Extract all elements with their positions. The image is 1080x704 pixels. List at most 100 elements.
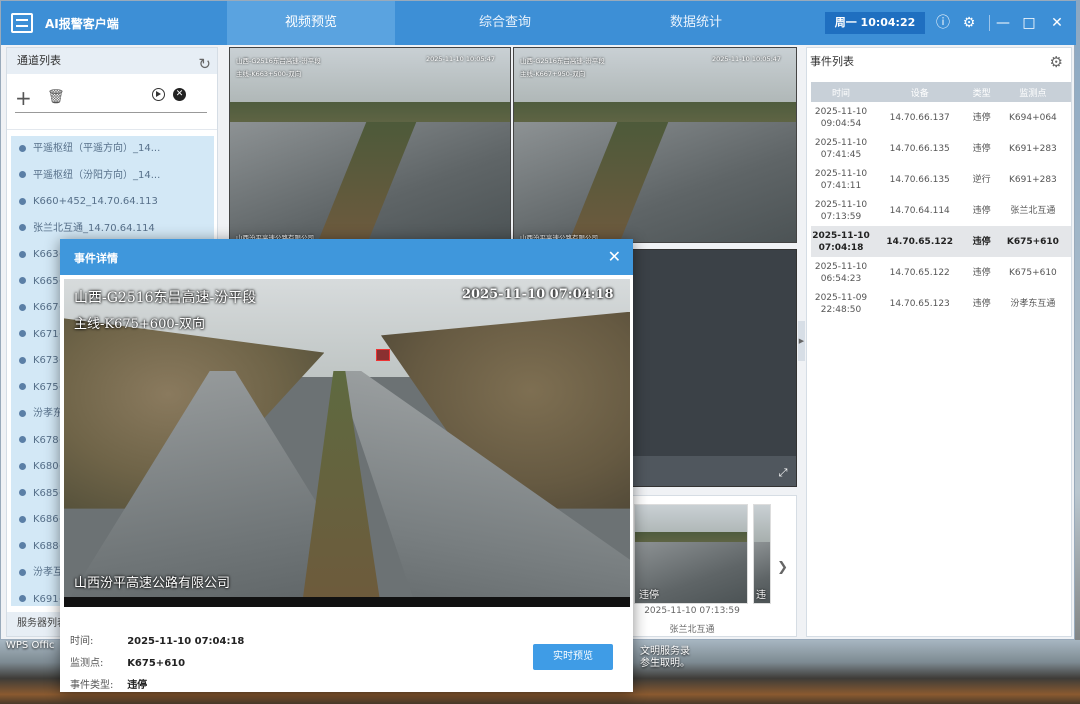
info-type-label: 事件类型: — [70, 680, 114, 691]
detected-vehicle-box — [376, 349, 390, 361]
maximize-icon[interactable]: □ — [1019, 13, 1039, 33]
video-osd-title: 山西-G2516东吕高速-汾平段 — [520, 57, 605, 65]
info-point-row: 监测点: K675+610 — [70, 653, 244, 675]
video-osd-title: 山西-G2516东吕高速-汾平段 — [236, 57, 321, 65]
event-type-cell: 违停 — [972, 205, 991, 216]
event-panel: 事件列表 ⚙ 时间 设备 类型 监测点 2025-11-10 09:04:54 1… — [806, 47, 1072, 637]
camera-status-icon — [19, 303, 26, 311]
camera-status-icon — [19, 250, 26, 258]
chevron-right-icon[interactable]: ❯ — [777, 560, 788, 575]
minimize-icon[interactable]: — — [993, 13, 1013, 33]
event-row[interactable]: 2025-11-10 07:41:45 14.70.66.135 违停 K691+28… — [811, 133, 1071, 164]
video-osd-time: 2025-11-10 10:05:47 — [426, 55, 496, 63]
event-point-cell: K675+610 — [994, 226, 1071, 257]
event-row[interactable]: 2025-11-10 07:41:11 14.70.66.135 逆行 K691+28… — [811, 164, 1071, 195]
event-device-cell: 14.70.66.135 — [889, 174, 950, 185]
close-icon[interactable]: ✕ — [608, 247, 621, 266]
event-time-cell: 2025-11-10 09:04:54 — [814, 106, 868, 129]
event-point-cell: K691+283 — [1008, 174, 1057, 185]
event-point-cell: 汾孝东互通 — [1010, 298, 1056, 309]
thumbnail-1[interactable]: 违停 — [634, 504, 748, 604]
event-row[interactable]: 2025-11-10 07:04:18 14.70.65.122 违停 K675+61… — [811, 226, 1071, 257]
column-type[interactable]: 类型 — [968, 82, 995, 102]
event-panel-title: 事件列表 — [810, 55, 854, 68]
info-point-value: K675+610 — [127, 658, 186, 669]
event-row[interactable]: 2025-11-10 09:04:54 14.70.66.137 违停 K694+06… — [811, 102, 1071, 133]
channel-label: 平遥枢纽（汾阳方向）_14... — [33, 169, 161, 181]
column-device[interactable]: 设备 — [871, 82, 969, 102]
snapshot-osd-sub: 主线-K675+600-双向 — [74, 317, 206, 332]
camera-status-icon — [19, 595, 26, 602]
video-tile-1[interactable]: 山西-G2516东吕高速-汾平段 主线-K663+500-双向 2025-11-… — [229, 47, 511, 243]
close-icon[interactable]: ✕ — [1047, 13, 1067, 33]
thumbnail-type-label: 违 — [756, 590, 766, 601]
info-type-value: 违停 — [127, 680, 148, 691]
camera-status-icon — [19, 409, 26, 417]
column-time[interactable]: 时间 — [811, 82, 871, 102]
event-type-cell: 违停 — [972, 112, 991, 123]
server-logo-icon — [11, 13, 33, 33]
tab-video-preview[interactable]: 视频预览 — [227, 1, 395, 45]
video-osd-sub: 主线-K663+500-双向 — [236, 70, 302, 78]
panel-collapse-handle[interactable]: ▶ — [798, 321, 805, 361]
alert-icon[interactable]: ⓘ — [933, 13, 953, 33]
event-row[interactable]: 2025-11-09 22:48:50 14.70.65.123 违停 汾孝东互通 — [811, 288, 1071, 319]
info-time-row: 时间: 2025-11-10 07:04:18 — [70, 631, 244, 653]
tab-statistics[interactable]: 数据统计 — [612, 1, 780, 45]
event-row[interactable]: 2025-11-10 07:13:59 14.70.64.114 违停 张兰北互通 — [811, 195, 1071, 226]
event-type-cell: 违停 — [972, 298, 991, 309]
thumbnail-type-label: 违停 — [639, 590, 659, 601]
event-time-cell: 2025-11-09 22:48:50 — [814, 292, 868, 315]
camera-status-icon — [19, 330, 26, 337]
thumb-sky — [754, 505, 770, 545]
event-time-cell: 2025-11-10 07:41:11 — [814, 168, 868, 191]
settings-icon[interactable]: ⚙ — [1050, 48, 1063, 76]
tab-query[interactable]: 综合查询 — [421, 1, 589, 45]
snapshot-osd-bar — [64, 597, 630, 607]
column-point[interactable]: 监测点 — [994, 82, 1071, 102]
live-preview-button[interactable]: 实时预览 — [533, 644, 613, 670]
video-tile-2[interactable]: 山西-G2516东吕高速-汾平段 主线-K667+950-双向 2025-11-… — [513, 47, 797, 243]
event-type-cell: 违停 — [972, 267, 991, 278]
event-row[interactable]: 2025-11-10 06:54:23 14.70.65.122 违停 K675+61… — [811, 257, 1071, 288]
camera-status-icon — [19, 515, 26, 523]
thumbnail-time: 2025-11-10 07:13:59 — [644, 606, 740, 616]
info-point-label: 监测点: — [70, 658, 104, 669]
channel-item[interactable]: 平遥枢纽（平遥方向）_14... — [11, 136, 214, 163]
camera-status-icon — [19, 171, 26, 178]
event-type-cell: 违停 — [968, 226, 995, 257]
stop-icon[interactable]: ✕ — [173, 88, 186, 101]
channel-toolbar: + 🗑 ✕ — [7, 74, 217, 130]
video-osd-sub: 主线-K667+950-双向 — [520, 70, 586, 78]
channel-label: K660+452_14.70.64.113 — [33, 196, 158, 207]
gear-icon[interactable]: ⚙ — [959, 13, 979, 33]
event-time-cell: 2025-11-10 07:41:45 — [814, 137, 868, 160]
desktop-wps-label[interactable]: WPS Offic — [6, 640, 54, 651]
event-type-cell: 违停 — [972, 143, 991, 154]
event-snapshot: 山西-G2516东吕高速-汾平段 主线-K675+600-双向 2025-11-… — [64, 279, 630, 607]
channel-item[interactable]: K660+452_14.70.64.113 — [11, 189, 214, 216]
desktop-note-line2: 参生取明。 — [640, 658, 690, 669]
event-point-cell: K691+283 — [1008, 143, 1057, 154]
thumbnail-place: 张兰北互通 — [669, 625, 715, 635]
snapshot-osd-company: 山西汾平高速公路有限公司 — [74, 576, 231, 591]
channel-item[interactable]: 平遥枢纽（汾阳方向）_14... — [11, 163, 214, 190]
info-time-value: 2025-11-10 07:04:18 — [127, 636, 245, 647]
event-time-cell: 2025-11-10 07:04:18 — [811, 226, 871, 257]
play-icon[interactable] — [152, 88, 165, 101]
event-device-cell: 14.70.66.137 — [889, 112, 950, 123]
event-point-cell: 张兰北互通 — [1010, 205, 1056, 216]
camera-status-icon — [19, 542, 26, 549]
event-device-cell: 14.70.64.114 — [889, 205, 950, 216]
thumbnail-2[interactable]: 违 — [753, 504, 771, 604]
event-device-cell: 14.70.65.122 — [871, 226, 969, 257]
event-device-cell: 14.70.66.135 — [889, 143, 950, 154]
top-bar: AI报警客户端 视频预览 综合查询 数据统计 周一 10:04:22 ⓘ ⚙ —… — [1, 1, 1076, 45]
add-icon[interactable]: + — [15, 86, 32, 110]
channel-label: 汾孝互 — [33, 567, 63, 578]
camera-status-icon — [19, 383, 26, 390]
camera-status-icon — [19, 144, 26, 152]
camera-status-icon — [19, 568, 26, 576]
delete-icon[interactable]: 🗑 — [47, 89, 65, 105]
fullscreen-icon[interactable]: ⤢ — [776, 466, 790, 480]
